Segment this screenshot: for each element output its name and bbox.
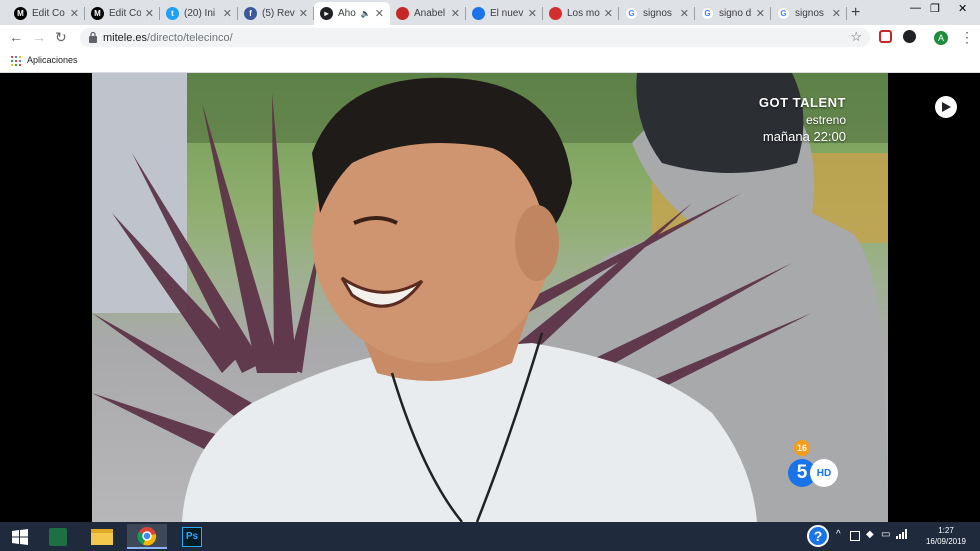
play-icon xyxy=(942,102,951,112)
usb-icon[interactable]: ▭ xyxy=(881,529,890,540)
promo-subtitle: estreno xyxy=(805,113,846,127)
tab-title: (20) Ini xyxy=(184,8,216,19)
file-explorer-icon[interactable] xyxy=(82,524,122,549)
new-tab-button[interactable]: + xyxy=(851,4,860,22)
news-icon xyxy=(549,7,562,20)
extension-icon[interactable] xyxy=(903,30,916,43)
close-tab-icon[interactable]: ✕ xyxy=(223,7,232,20)
browser-tab[interactable]: El nuev ✕ xyxy=(466,2,543,25)
age-rating-badge: 16 xyxy=(794,440,810,456)
tray-app-icon[interactable] xyxy=(850,531,860,541)
browser-tab[interactable]: M Edit Co ✕ xyxy=(85,2,160,25)
minimize-button[interactable]: — xyxy=(910,2,921,14)
back-button[interactable]: ← xyxy=(9,29,23,45)
url-text[interactable]: mitele.es/directo/telecinco/ xyxy=(103,32,233,44)
close-window-button[interactable]: ✕ xyxy=(958,2,967,15)
tab-strip: M Edit Co ✕ M Edit Co ✕ t (20) Ini ✕ f (5) Rev ✕ ▸ Ah… xyxy=(0,0,980,25)
tab-title: signos xyxy=(795,8,824,19)
browser-toolbar: ← → ↻ mitele.es/directo/telecinco/ ☆ xyxy=(0,25,980,50)
medium-icon: M xyxy=(14,7,27,20)
tab-title: signos xyxy=(643,8,672,19)
twitter-icon: t xyxy=(166,7,179,20)
google-icon: G xyxy=(777,7,790,20)
browser-tab[interactable]: Gsignos ✕ xyxy=(619,2,695,25)
excel-icon[interactable] xyxy=(38,524,78,549)
promo-time: mañana 22:00 xyxy=(762,129,846,144)
promo-title: GOT TALENT xyxy=(758,95,846,110)
hd-badge: HD xyxy=(810,459,838,487)
chrome-icon[interactable] xyxy=(127,524,167,549)
restore-button[interactable]: ❐ xyxy=(930,2,940,15)
tab-title: Edit Co xyxy=(32,8,65,19)
tab-title: Edit Co xyxy=(109,8,141,19)
audio-playing-icon[interactable]: 🔈 xyxy=(361,9,371,18)
pocket-extension-icon[interactable] xyxy=(879,30,892,43)
url-host: mitele.es xyxy=(103,32,148,44)
news-icon xyxy=(396,7,409,20)
live-video-frame[interactable]: GOT TALENT estreno mañana 22:00 xyxy=(92,73,888,522)
profile-avatar[interactable]: A xyxy=(934,31,948,45)
url-path: /directo/telecinco/ xyxy=(147,32,233,44)
browser-tab[interactable]: M Edit Co ✕ xyxy=(8,2,85,25)
lock-icon[interactable] xyxy=(88,31,98,43)
browser-tab[interactable]: t (20) Ini ✕ xyxy=(160,2,238,25)
video-player[interactable]: GOT TALENT estreno mañana 22:00 16 5 HD xyxy=(0,73,980,522)
browser-tab[interactable]: Gsigno d ✕ xyxy=(695,2,771,25)
medium-icon: M xyxy=(91,7,104,20)
browser-tab[interactable]: ▸ Aho 🔈 ✕ xyxy=(314,2,390,25)
close-tab-icon[interactable]: ✕ xyxy=(299,7,308,20)
close-tab-icon[interactable]: ✕ xyxy=(832,7,841,20)
close-tab-icon[interactable]: ✕ xyxy=(145,7,154,20)
close-tab-icon[interactable]: ✕ xyxy=(528,7,537,20)
bookmarks-bar: Aplicaciones xyxy=(0,50,980,73)
windows-taskbar: Ps ? ^ ◆ ▭ 1:27 16/09/2019 xyxy=(0,522,980,551)
dropbox-icon[interactable]: ◆ xyxy=(866,529,874,540)
tab-title: Los mo xyxy=(567,8,600,19)
apps-grid-icon[interactable] xyxy=(11,56,21,66)
program-promo: GOT TALENT estreno mañana 22:00 xyxy=(759,95,846,144)
tab-title: El nuev xyxy=(490,8,524,19)
tab-title: Aho xyxy=(338,8,356,19)
photoshop-icon[interactable]: Ps xyxy=(172,524,212,549)
tab-title: Anabel xyxy=(414,8,446,19)
tray-arrow-icon[interactable]: ^ xyxy=(836,529,841,540)
browser-tab[interactable]: Gsignos ✕ xyxy=(771,2,847,25)
mitele-icon: ▸ xyxy=(320,7,333,20)
help-icon[interactable]: ? xyxy=(807,525,829,547)
google-icon: G xyxy=(701,7,714,20)
close-tab-icon[interactable]: ✕ xyxy=(70,7,79,20)
close-tab-icon[interactable]: ✕ xyxy=(451,7,460,20)
address-bar[interactable]: mitele.es/directo/telecinco/ ☆ xyxy=(80,28,870,47)
clock-date: 16/09/2019 xyxy=(925,537,967,546)
tab-title: signo d xyxy=(719,8,752,19)
google-icon: G xyxy=(625,7,638,20)
apps-bookmark[interactable]: Aplicaciones xyxy=(27,55,78,65)
close-tab-icon[interactable]: ✕ xyxy=(756,7,765,20)
close-tab-icon[interactable]: ✕ xyxy=(604,7,613,20)
mitele-play-icon[interactable] xyxy=(935,96,957,118)
windows-start-icon[interactable] xyxy=(0,524,40,549)
reload-button[interactable]: ↻ xyxy=(55,29,67,46)
wifi-icon[interactable] xyxy=(896,529,908,542)
browser-tab[interactable]: Los mo ✕ xyxy=(543,2,619,25)
bookmark-star-icon[interactable]: ☆ xyxy=(850,29,862,45)
browser-tab[interactable]: Anabel ✕ xyxy=(390,2,466,25)
forward-button[interactable]: → xyxy=(32,29,46,45)
tab-separator xyxy=(846,7,847,20)
browser-tab[interactable]: f (5) Rev ✕ xyxy=(238,2,314,25)
facebook-icon: f xyxy=(244,7,257,20)
close-tab-icon[interactable]: ✕ xyxy=(375,7,384,20)
clock-time: 1:27 xyxy=(938,526,954,535)
system-clock[interactable]: 1:27 16/09/2019 xyxy=(920,525,972,547)
tab-title: (5) Rev xyxy=(262,8,295,19)
chrome-menu-icon[interactable]: ⋮ xyxy=(960,29,974,46)
close-tab-icon[interactable]: ✕ xyxy=(680,7,689,20)
news-icon xyxy=(472,7,485,20)
